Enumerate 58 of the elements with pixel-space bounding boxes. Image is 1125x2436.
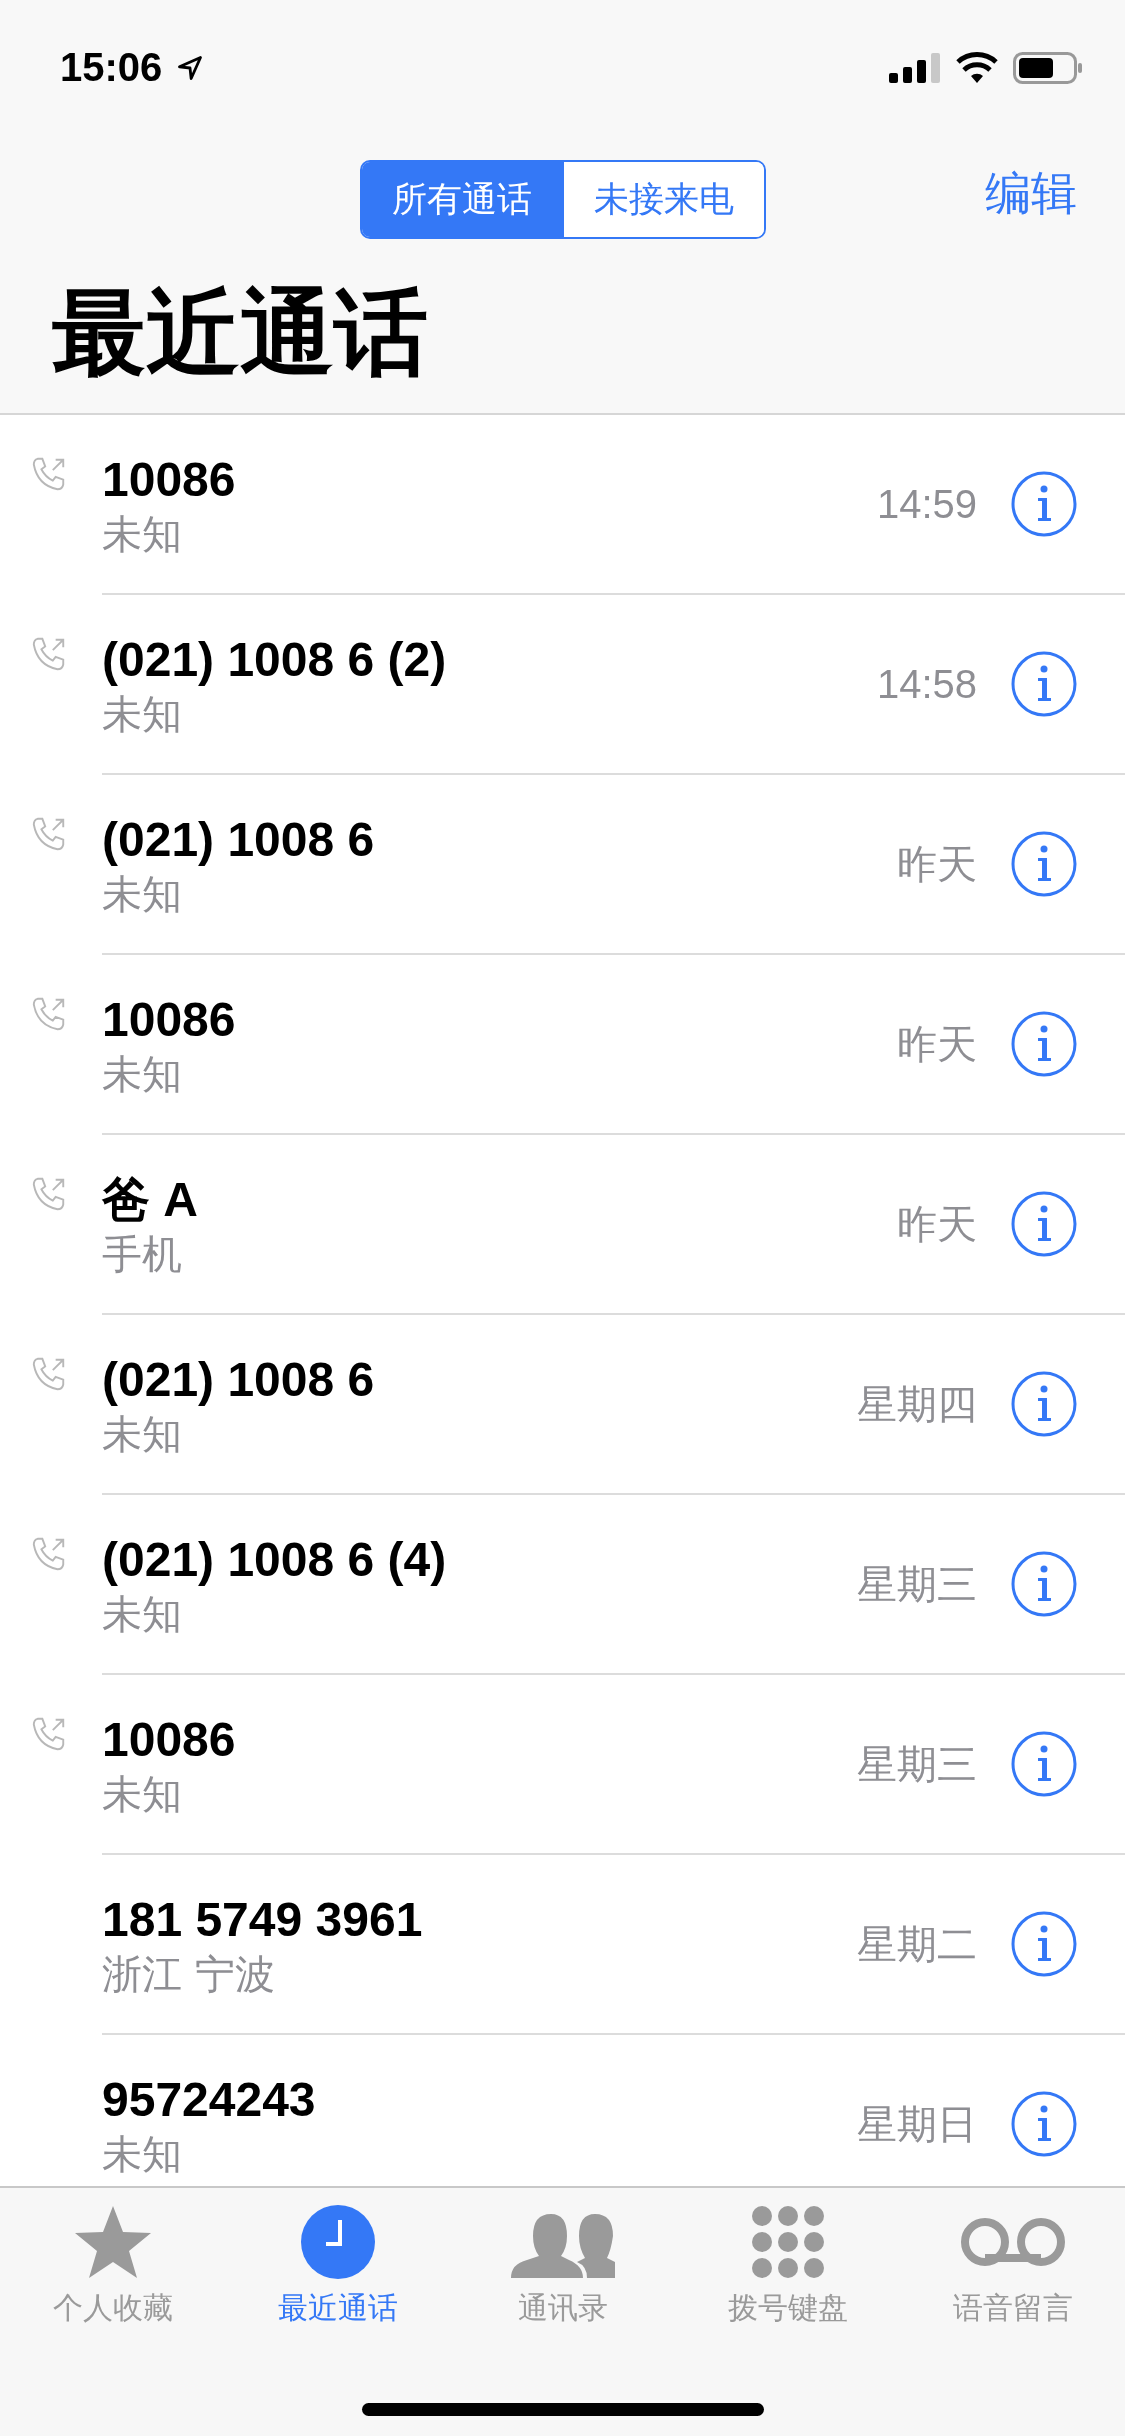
caller-number: 10086	[102, 452, 237, 508]
call-time: 星期三	[857, 1560, 977, 1608]
info-icon[interactable]	[1011, 1911, 1077, 1977]
edit-button[interactable]: 编辑	[985, 163, 1077, 225]
caller-number: (021) 1008 6 (4)	[102, 1532, 448, 1588]
call-detail: 未知	[102, 690, 183, 738]
call-time: 星期二	[857, 1920, 977, 1968]
call-row[interactable]: 10086 未知 昨天	[0, 955, 1125, 1135]
call-time: 14:59	[876, 481, 977, 527]
call-detail: 未知	[102, 1590, 183, 1638]
call-row[interactable]: (021) 1008 6 (2) 未知 14:58	[0, 595, 1125, 775]
call-time: 昨天	[897, 840, 977, 888]
caller-number: 95724243	[102, 2072, 317, 2128]
call-detail: 浙江 宁波	[102, 1950, 276, 1998]
call-row[interactable]: 181 5749 3961 浙江 宁波 星期二	[0, 1855, 1125, 2035]
info-icon[interactable]	[1011, 1191, 1077, 1257]
signal-icon	[889, 52, 941, 83]
call-detail: 未知	[102, 1410, 183, 1458]
call-row[interactable]: 爸 A 手机 昨天	[0, 1135, 1125, 1315]
info-icon[interactable]	[1011, 471, 1077, 537]
call-detail: 未知	[102, 1770, 183, 1818]
caller-number: (021) 1008 6	[102, 1352, 376, 1408]
caller-number: 10086	[102, 1712, 237, 1768]
page-title: 最近通话	[51, 277, 429, 389]
info-icon[interactable]	[1011, 1551, 1077, 1617]
call-row[interactable]: (021) 1008 6 (4) 未知 星期三	[0, 1495, 1125, 1675]
tab-bar-item[interactable]: 最近通话	[225, 2202, 450, 2329]
info-icon[interactable]	[1011, 1731, 1077, 1797]
info-icon[interactable]	[1011, 1371, 1077, 1437]
call-detail: 未知	[102, 2130, 183, 2178]
segment-tab[interactable]: 未接来电	[561, 161, 764, 237]
caller-number: 10086	[102, 992, 237, 1048]
call-detail: 手机	[102, 1230, 183, 1278]
call-detail: 未知	[102, 510, 183, 558]
segment-tab[interactable]: 所有通话	[361, 161, 562, 237]
call-detail: 未知	[102, 1050, 183, 1098]
caller-number: (021) 1008 6 (2)	[102, 632, 448, 688]
wifi-icon	[955, 51, 999, 84]
info-icon[interactable]	[1011, 831, 1077, 897]
call-time: 星期日	[857, 2100, 977, 2148]
call-time: 星期三	[857, 1740, 977, 1788]
caller-number: 爸 A	[102, 1172, 199, 1228]
call-time: 昨天	[897, 1020, 977, 1068]
call-time: 14:58	[876, 661, 977, 707]
info-icon[interactable]	[1011, 651, 1077, 717]
call-detail: 未知	[102, 870, 183, 918]
status-time: 15:06	[60, 45, 163, 90]
call-row[interactable]: 10086 未知 星期三	[0, 1675, 1125, 1855]
call-time: 星期四	[857, 1380, 977, 1428]
call-row[interactable]: 10086 未知 14:59	[0, 415, 1125, 595]
call-time: 昨天	[897, 1200, 977, 1248]
caller-number: 181 5749 3961	[102, 1892, 424, 1948]
info-icon[interactable]	[1011, 1011, 1077, 1077]
call-row[interactable]: (021) 1008 6 未知 星期四	[0, 1315, 1125, 1495]
caller-number: (021) 1008 6	[102, 812, 376, 868]
call-row[interactable]: (021) 1008 6 未知 昨天	[0, 775, 1125, 955]
battery-icon	[1013, 51, 1083, 84]
info-icon[interactable]	[1011, 2091, 1077, 2157]
